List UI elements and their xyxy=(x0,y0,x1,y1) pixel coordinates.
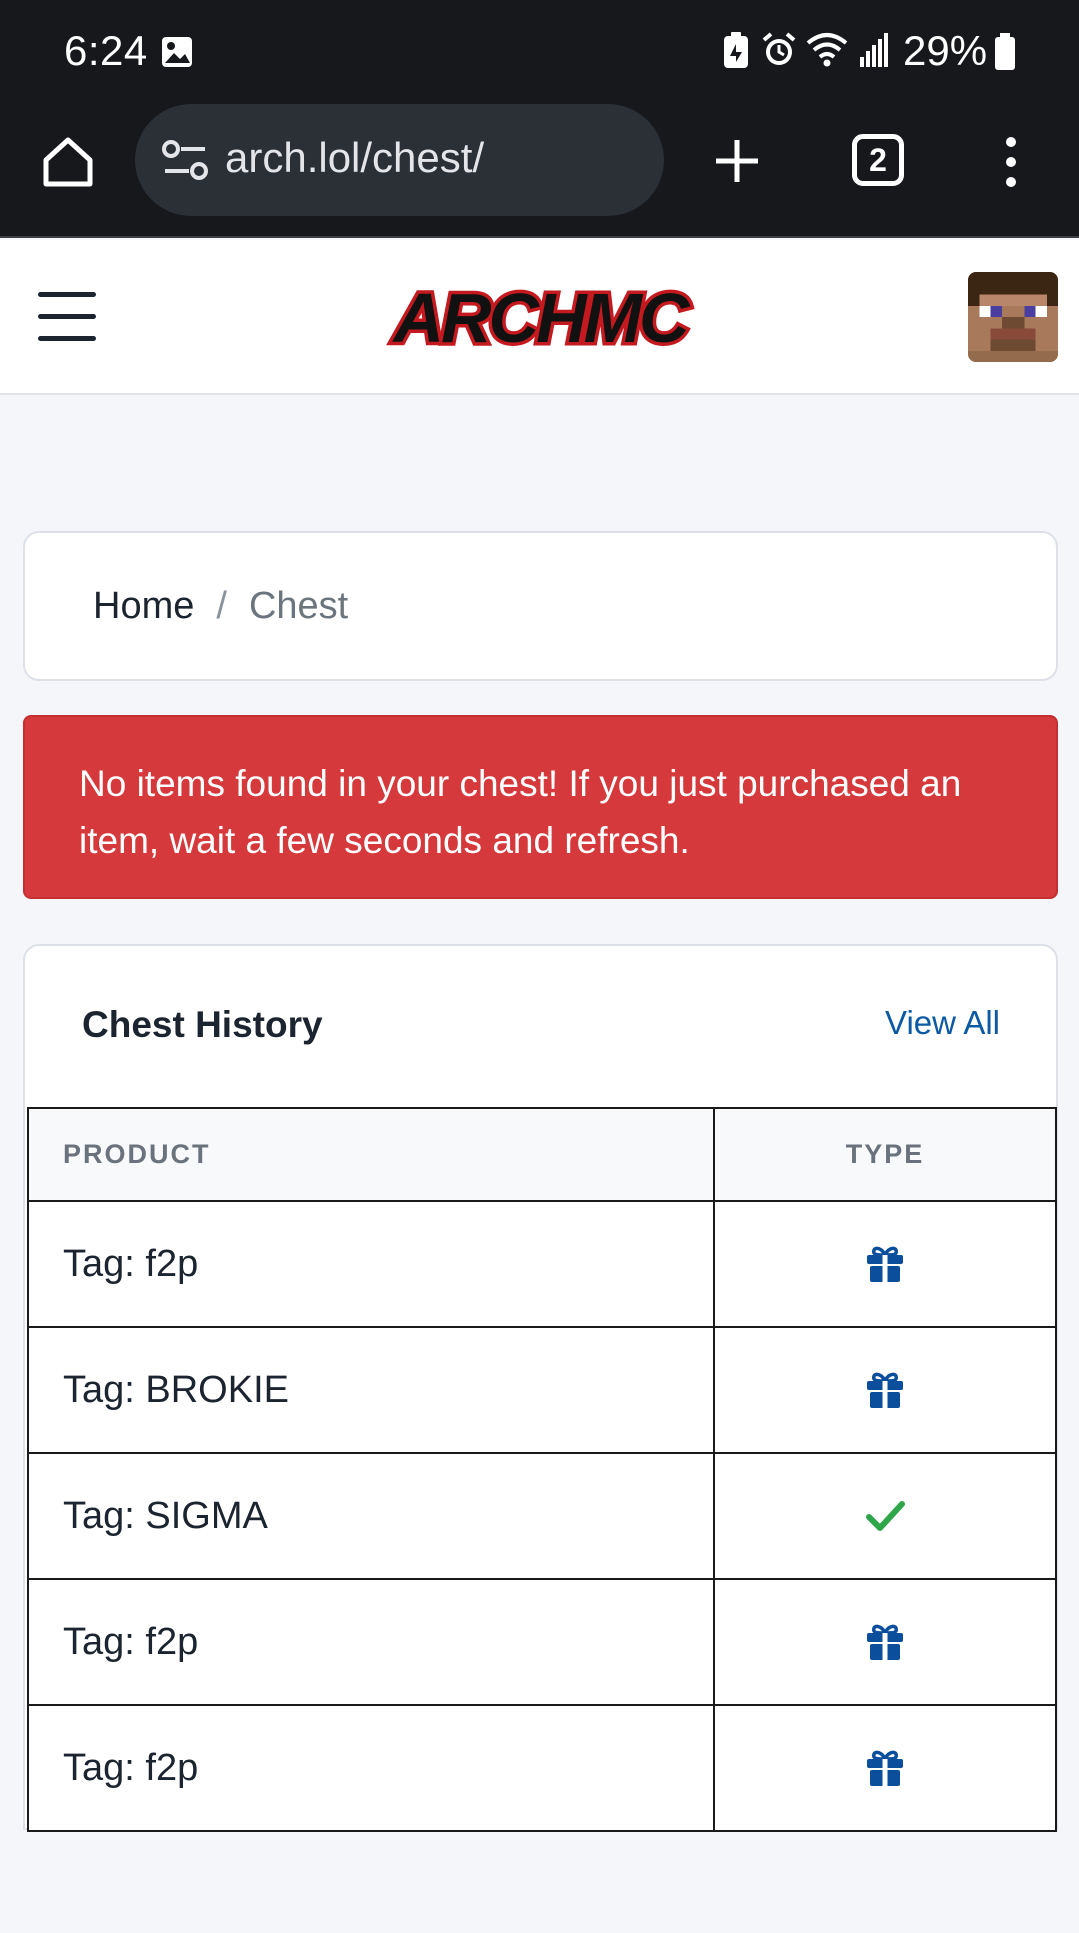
empty-chest-alert: No items found in your chest! If you jus… xyxy=(23,715,1058,899)
product-cell: Tag: BROKIE xyxy=(27,1326,715,1454)
table-row: Tag: f2p xyxy=(27,1704,1057,1832)
chest-history-title: Chest History xyxy=(82,1004,323,1045)
browser-toolbar: arch.lol/chest/ 2 xyxy=(0,102,1079,238)
breadcrumb-separator: / xyxy=(216,585,227,627)
table-row: Tag: f2p xyxy=(27,1578,1057,1706)
avatar[interactable] xyxy=(968,272,1058,362)
logo-text: ARCHMC xyxy=(391,280,691,356)
table-row: Tag: f2p xyxy=(27,1200,1057,1328)
chest-history-card: Chest History View All PRODUCT TYPE Tag:… xyxy=(23,944,1058,1832)
table-header-row: PRODUCT TYPE xyxy=(27,1107,1057,1202)
image-icon xyxy=(162,37,192,67)
wifi-icon xyxy=(806,33,848,67)
gift-icon xyxy=(867,1624,903,1660)
chest-history-table: PRODUCT TYPE Tag: f2p Tag: BROKIE Tag: S… xyxy=(27,1107,1057,1832)
check-icon xyxy=(866,1501,905,1531)
status-time: 6:24 xyxy=(64,27,148,74)
alert-message: No items found in your chest! If you jus… xyxy=(79,763,962,861)
battery-percentage: 29% xyxy=(903,27,988,74)
url-bar[interactable]: arch.lol/chest/ xyxy=(135,104,664,216)
type-cell xyxy=(713,1200,1057,1328)
product-cell: Tag: f2p xyxy=(27,1578,715,1706)
archmc-logo[interactable]: ARCHMC xyxy=(385,280,695,356)
type-cell xyxy=(713,1326,1057,1454)
gift-icon xyxy=(867,1750,903,1786)
table-row: Tag: SIGMA xyxy=(27,1452,1057,1580)
gift-icon xyxy=(867,1372,903,1408)
column-header-type: TYPE xyxy=(713,1107,1057,1202)
type-cell xyxy=(713,1452,1057,1580)
battery-saver-icon xyxy=(724,32,748,68)
url-text: arch.lol/chest/ xyxy=(225,134,485,181)
breadcrumb-home-link[interactable]: Home xyxy=(93,585,194,627)
tab-switcher-button[interactable]: 2 xyxy=(852,134,904,186)
view-all-link[interactable]: View All xyxy=(885,1004,1000,1042)
product-cell: Tag: SIGMA xyxy=(27,1452,715,1580)
more-vert-icon[interactable] xyxy=(996,132,1026,192)
site-header: ARCHMC xyxy=(0,240,1079,395)
alarm-icon xyxy=(762,32,796,65)
product-cell: Tag: f2p xyxy=(27,1704,715,1832)
breadcrumb-current: Chest xyxy=(248,585,349,627)
home-icon[interactable] xyxy=(38,132,98,192)
gift-icon xyxy=(867,1246,903,1282)
chest-history-header: Chest History View All xyxy=(25,946,1056,1106)
battery-icon xyxy=(995,33,1015,70)
site-settings-icon[interactable] xyxy=(161,138,209,182)
signal-icon xyxy=(860,33,888,67)
type-cell xyxy=(713,1578,1057,1706)
hamburger-menu-icon[interactable] xyxy=(38,292,96,342)
breadcrumb: Home / Chest xyxy=(93,585,348,628)
product-cell: Tag: f2p xyxy=(27,1200,715,1328)
status-bar: 6:24 29% xyxy=(0,0,1079,102)
column-header-product: PRODUCT xyxy=(27,1107,715,1202)
table-row: Tag: BROKIE xyxy=(27,1326,1057,1454)
type-cell xyxy=(713,1704,1057,1832)
plus-icon[interactable] xyxy=(712,136,762,186)
breadcrumb-card: Home / Chest xyxy=(23,531,1058,681)
